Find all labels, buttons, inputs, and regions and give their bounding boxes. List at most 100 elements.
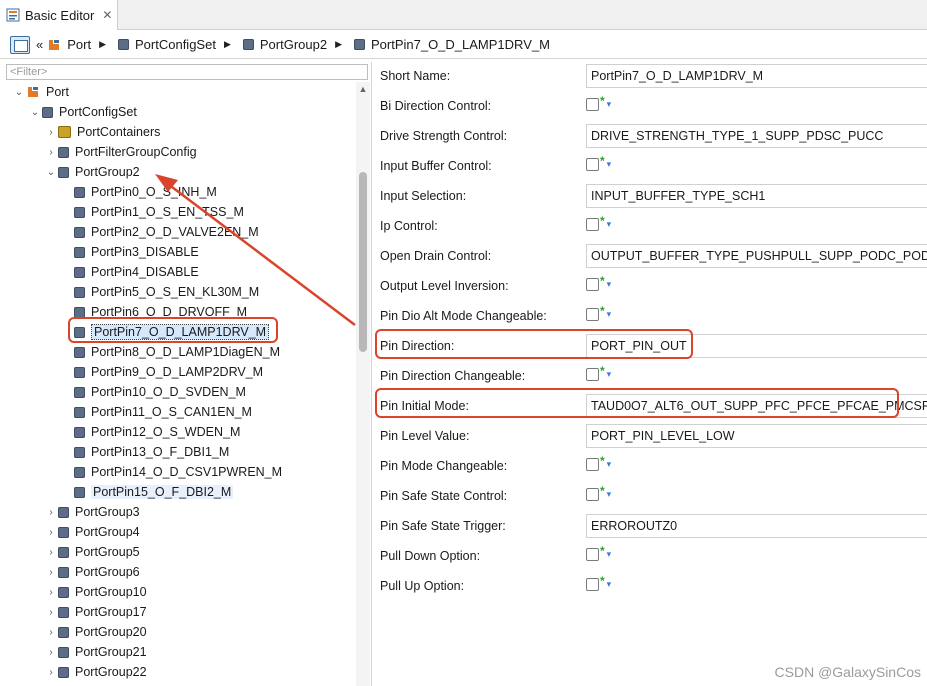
property-checkbox-group: * ▾ [586, 214, 612, 231]
chevron-right-icon: ▶ [335, 39, 342, 49]
chevron-right-icon[interactable]: › [44, 527, 58, 538]
tree-node-pin[interactable]: PortPin11_O_S_CAN1EN_M [60, 402, 252, 422]
breadcrumb-item-portpin7[interactable]: PortPin7_O_D_LAMP1DRV_M [353, 37, 550, 52]
property-checkbox[interactable] [586, 458, 599, 471]
property-value-field[interactable]: ERROROUTZ0 [586, 514, 927, 538]
tree-node-group[interactable]: › PortGroup20 [44, 622, 146, 642]
tree-node-pin[interactable]: PortPin2_O_D_VALVE2EN_M [60, 222, 259, 242]
dropdown-arrow-icon[interactable]: ▾ [607, 309, 612, 320]
property-checkbox[interactable] [586, 308, 599, 321]
tree-node-label: PortContainers [77, 125, 161, 139]
container-icon [58, 166, 69, 178]
tree-node-portconfigset[interactable]: ⌄ PortConfigSet [28, 102, 137, 122]
chevron-right-icon[interactable]: › [44, 587, 58, 598]
tree-node-group[interactable]: › PortGroup17 [44, 602, 146, 622]
breadcrumb-item-portgroup2[interactable]: PortGroup2 ▶ [242, 37, 348, 52]
tree-node-label: PortGroup2 [75, 165, 140, 179]
property-checkbox[interactable] [586, 158, 599, 171]
chevron-right-icon[interactable]: › [44, 507, 58, 518]
property-checkbox[interactable] [586, 278, 599, 291]
tree-node-label: PortGroup4 [75, 525, 140, 539]
tree-node-pin[interactable]: PortPin10_O_D_SVDEN_M [60, 382, 246, 402]
scroll-thumb[interactable] [359, 172, 367, 352]
dropdown-arrow-icon[interactable]: ▾ [607, 99, 612, 110]
tree-node-pin[interactable]: PortPin5_O_S_EN_KL30M_M [60, 282, 259, 302]
property-value-field[interactable]: PortPin7_O_D_LAMP1DRV_M [586, 64, 927, 88]
tree-node-label: PortPin4_DISABLE [91, 265, 199, 279]
property-checkbox[interactable] [586, 98, 599, 111]
property-checkbox-group: * ▾ [586, 154, 612, 171]
tree-node-group[interactable]: › PortGroup3 [44, 502, 140, 522]
tree-node-label: PortGroup3 [75, 505, 140, 519]
property-value-field[interactable]: PORT_PIN_LEVEL_LOW [586, 424, 927, 448]
default-value-icon: * [600, 363, 605, 378]
dropdown-arrow-icon[interactable]: ▾ [607, 549, 612, 560]
filter-input[interactable]: <Filter> [6, 64, 368, 80]
tree-node-portgroup2[interactable]: ⌄ PortGroup2 [44, 162, 140, 182]
tree-node-group[interactable]: › PortGroup6 [44, 562, 139, 582]
tree-node-group[interactable]: › PortGroup22 [44, 662, 146, 682]
tree-node-group[interactable]: › PortGroup4 [44, 522, 140, 542]
tree-node-pin[interactable]: PortPin1_O_S_EN_TSS_M [60, 202, 244, 222]
tree-node-group[interactable]: › PortGroup10 [44, 582, 146, 602]
property-checkbox[interactable] [586, 368, 599, 381]
property-value-field[interactable]: OUTPUT_BUFFER_TYPE_PUSHPULL_SUPP_PODC_PO… [586, 244, 927, 268]
property-checkbox[interactable] [586, 578, 599, 591]
close-icon[interactable]: ✕ [102, 8, 112, 22]
tree-node-pin[interactable]: PortPin12_O_S_WDEN_M [60, 422, 240, 442]
port-module-icon [28, 87, 38, 97]
chevron-right-icon[interactable]: › [44, 607, 58, 618]
default-value-icon: * [600, 483, 605, 498]
tree-node-pin[interactable]: PortPin14_O_D_CSV1PWREN_M [60, 462, 282, 482]
property-checkbox-group: * ▾ [586, 544, 612, 561]
property-value-field[interactable]: INPUT_BUFFER_TYPE_SCH1 [586, 184, 927, 208]
tree-node-pin[interactable]: PortPin15_O_F_DBI2_M [60, 482, 234, 502]
dropdown-arrow-icon[interactable]: ▾ [607, 489, 612, 500]
tab-basic-editor[interactable]: Basic Editor ✕ [0, 0, 118, 30]
chevron-right-icon[interactable]: › [44, 127, 58, 138]
container-icon [74, 266, 85, 278]
container-icon [74, 246, 85, 258]
property-row: Pull Up Option: * ▾ [373, 572, 927, 602]
tree-node-pin[interactable]: PortPin3_DISABLE [60, 242, 199, 262]
scroll-up-icon[interactable]: ▲ [356, 84, 370, 94]
dropdown-arrow-icon[interactable]: ▾ [607, 369, 612, 380]
chevron-right-icon[interactable]: › [44, 647, 58, 658]
container-icon [58, 546, 69, 558]
back-icon[interactable]: « [36, 37, 43, 52]
chevron-right-icon[interactable]: › [44, 547, 58, 558]
tree-node-pin[interactable]: PortPin13_O_F_DBI1_M [60, 442, 229, 462]
chevron-right-icon[interactable]: › [44, 627, 58, 638]
property-row: Pin Safe State Trigger: ERROROUTZ0 [373, 512, 927, 542]
tree-node-pin[interactable]: PortPin4_DISABLE [60, 262, 199, 282]
dropdown-arrow-icon[interactable]: ▾ [607, 159, 612, 170]
property-checkbox[interactable] [586, 488, 599, 501]
property-checkbox-group: * ▾ [586, 274, 612, 291]
tree-node-group[interactable]: › PortGroup5 [44, 542, 139, 562]
dropdown-arrow-icon[interactable]: ▾ [607, 459, 612, 470]
property-value-field[interactable]: DRIVE_STRENGTH_TYPE_1_SUPP_PDSC_PUCC [586, 124, 927, 148]
dropdown-arrow-icon[interactable]: ▾ [607, 579, 612, 590]
tree-node-pin[interactable]: PortPin9_O_D_LAMP2DRV_M [60, 362, 263, 382]
tree-scrollbar[interactable]: ▲ [356, 82, 370, 686]
property-label: Bi Direction Control: [380, 99, 492, 113]
tree-node-port[interactable]: ⌄ Port [12, 82, 69, 102]
tree-node-portcontainers[interactable]: › PortContainers [44, 122, 160, 142]
property-checkbox[interactable] [586, 218, 599, 231]
breadcrumb-item-port[interactable]: Port ▶ [47, 37, 112, 52]
chevron-down-icon[interactable]: ⌄ [44, 167, 58, 178]
tree-node-pin[interactable]: PortPin8_O_D_LAMP1DiagEN_M [60, 342, 280, 362]
chevron-down-icon[interactable]: ⌄ [12, 87, 26, 98]
tree-node-portfiltergroupconfig[interactable]: › PortFilterGroupConfig [44, 142, 196, 162]
chevron-right-icon[interactable]: › [44, 147, 58, 158]
property-checkbox[interactable] [586, 548, 599, 561]
chevron-down-icon[interactable]: ⌄ [28, 107, 42, 118]
dropdown-arrow-icon[interactable]: ▾ [607, 219, 612, 230]
chevron-right-icon[interactable]: › [44, 667, 58, 678]
tree-node-pin[interactable]: PortPin0_O_S_INH_M [60, 182, 217, 202]
tree-node-group[interactable]: › PortGroup21 [44, 642, 146, 662]
breadcrumb-item-portconfigset[interactable]: PortConfigSet ▶ [118, 37, 237, 52]
dropdown-arrow-icon[interactable]: ▾ [607, 279, 612, 290]
chevron-right-icon[interactable]: › [44, 567, 58, 578]
toggle-tree-button[interactable] [10, 35, 30, 54]
